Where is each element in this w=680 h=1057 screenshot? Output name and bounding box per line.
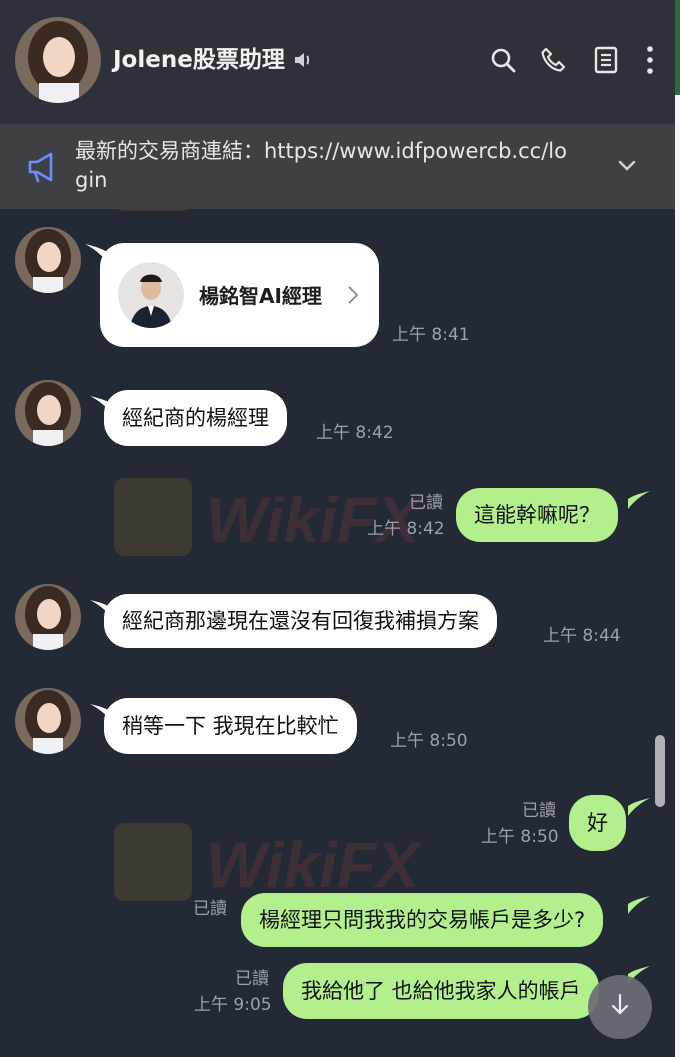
sender-avatar[interactable] [15, 584, 81, 650]
message-time: 上午 8:41 [392, 325, 470, 345]
sender-avatar[interactable] [15, 380, 81, 446]
chevron-right-icon [344, 284, 362, 306]
card-avatar [118, 262, 184, 328]
search-icon[interactable] [487, 44, 519, 76]
svg-text:WikiFX: WikiFX [206, 829, 422, 901]
bubble-tail [628, 491, 650, 509]
scrollbar-thumb[interactable] [655, 735, 665, 807]
bubble-tail [628, 896, 650, 914]
message-bubble[interactable]: 我給他了 也給他我家人的帳戶 [283, 963, 599, 1019]
message-time: 上午 9:05 [194, 995, 272, 1015]
read-receipt: 已讀 [193, 899, 227, 919]
message-time: 上午 8:50 [481, 827, 559, 847]
background-window-strip [675, 0, 680, 1057]
scroll-to-bottom-button[interactable] [588, 975, 652, 1039]
read-receipt: 已讀 [522, 801, 556, 821]
background-window-strip-top [675, 0, 680, 95]
chevron-down-icon[interactable] [613, 152, 641, 180]
message-time: 上午 8:44 [543, 626, 621, 646]
bubble-tail [628, 798, 650, 816]
contact-avatar[interactable] [15, 17, 101, 103]
message-bubble[interactable]: 經紀商那邊現在還沒有回復我補損方案 [104, 594, 497, 648]
sender-avatar[interactable] [15, 227, 81, 293]
message-time: 上午 8:42 [316, 423, 394, 443]
megaphone-icon [27, 150, 61, 184]
message-bubble[interactable]: 楊經理只問我我的交易帳戶是多少? [241, 893, 604, 947]
read-receipt: 已讀 [235, 969, 269, 989]
contact-name: Jolene股票助理 [113, 47, 285, 73]
more-icon[interactable] [634, 44, 666, 76]
chat-header [0, 0, 675, 124]
sender-avatar[interactable] [15, 688, 81, 754]
notes-icon[interactable] [590, 44, 622, 76]
message-bubble[interactable]: 好 [569, 795, 626, 851]
arrow-down-icon [608, 992, 632, 1022]
card-name: 楊銘智AI經理 [199, 284, 322, 308]
message-bubble[interactable]: 這能幹嘛呢？ [456, 488, 618, 542]
read-receipt: 已讀 [409, 493, 443, 513]
speaker-icon [292, 48, 316, 72]
message-time: 上午 8:42 [367, 519, 445, 539]
phone-icon[interactable] [538, 44, 570, 76]
announcement-text[interactable]: 最新的交易商連結：https://www.idfpowercb.cc/login [75, 137, 580, 195]
message-bubble[interactable]: 經紀商的楊經理 [104, 390, 287, 446]
message-time: 上午 8:50 [390, 731, 468, 751]
message-bubble[interactable]: 稍等一下 我現在比較忙 [104, 698, 357, 754]
